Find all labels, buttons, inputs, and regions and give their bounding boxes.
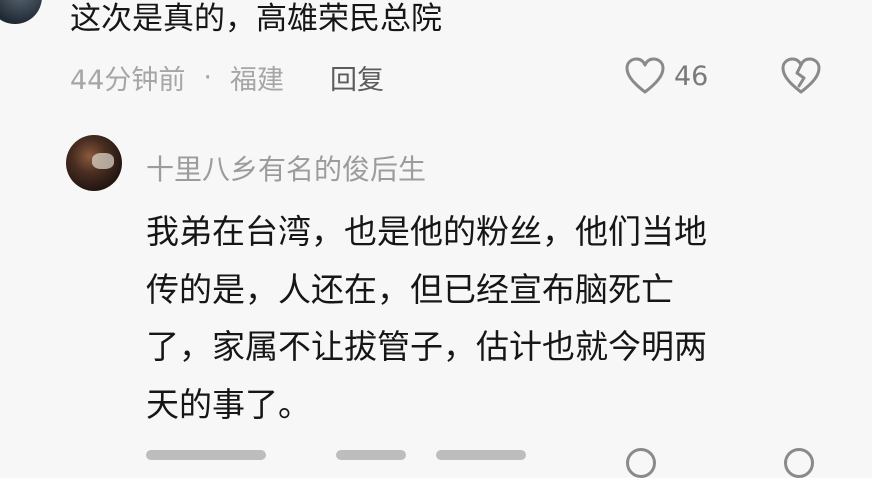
next-comment-meta-cutoff <box>146 446 846 466</box>
next-heart-icon <box>626 448 656 478</box>
next-broken-heart-icon <box>784 448 814 478</box>
parent-comment-meta: 44分钟前 · 福建 回复 <box>70 58 384 97</box>
parent-comment-text: 这次是真的，高雄荣民总院 <box>70 1 442 37</box>
like-count: 46 <box>674 60 709 92</box>
reply-text-line: 天的事了。 <box>146 384 311 424</box>
reply-text-line: 我弟在台湾，也是他的粉丝，他们当地 <box>146 212 707 251</box>
heart-outline-icon <box>624 56 666 96</box>
dislike-button[interactable] <box>780 56 822 100</box>
reply-text-line: 传的是，人还在，但已经宣布脑死亡 <box>146 269 674 309</box>
reply-user-avatar[interactable] <box>66 135 122 191</box>
reply-button[interactable]: 回复 <box>330 58 384 97</box>
reply-text-line: 了，家属不让拔管子，估计也就今明两 <box>146 327 707 366</box>
comment-time: 44分钟前 <box>70 65 186 96</box>
reply-comment-text: 我弟在台湾，也是他的粉丝，他们当地 传的是，人还在，但已经宣布脑死亡 了，家属不… <box>146 203 707 433</box>
comment-location: 福建 <box>229 65 284 96</box>
like-button[interactable]: 46 <box>624 56 708 96</box>
parent-comment-avatar[interactable] <box>0 0 42 24</box>
broken-heart-icon <box>780 57 822 100</box>
meta-separator: · <box>203 62 212 93</box>
reply-username[interactable]: 十里八乡有名的俊后生 <box>146 148 426 188</box>
